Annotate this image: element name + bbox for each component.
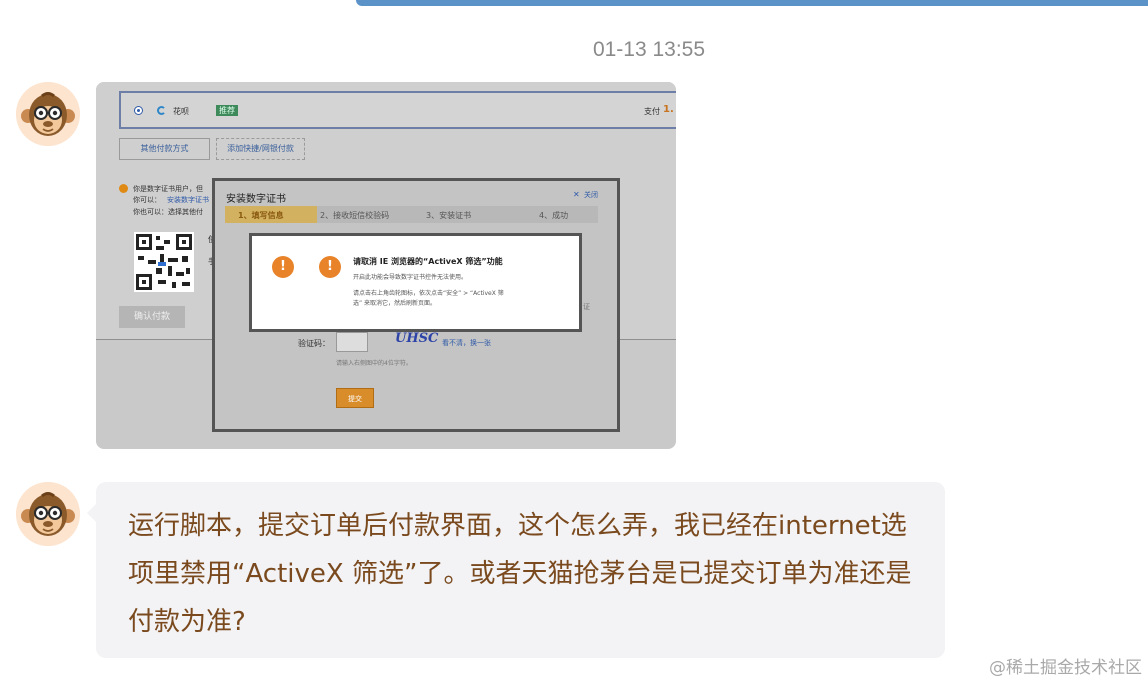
confirm-pay-button[interactable]: 确认付款 [119,306,185,328]
alert-line-2: 请点击右上角齿轮图标，依次点击“安全” > “ActiveX 筛 [353,290,504,297]
user-avatar[interactable] [16,82,80,146]
payment-method-label: 花呗 [173,107,189,116]
warning-icon [119,184,128,193]
step-1: 1、填写信息 [238,211,284,220]
payment-method-box[interactable] [119,91,676,129]
radio-button[interactable] [134,106,143,115]
monkey-avatar-icon [16,482,80,546]
dialog-close-icon[interactable]: ✕ [573,190,580,199]
monkey-avatar-icon [16,82,80,146]
previous-message-bubble [356,0,1148,6]
captcha-input[interactable] [336,332,368,352]
alert-title: 请取消 IE 浏览器的“ActiveX 筛选”功能 [353,257,503,266]
pay-amount: 1. [663,104,674,115]
also-can-label: 你也可以：选择其他付 [133,208,203,216]
huabei-logo-icon [157,106,166,115]
step-2: 2、接收短信校验码 [320,211,390,220]
step-4: 4、成功 [539,211,569,220]
watermark: @稀土掘金技术社区 [989,658,1142,678]
captcha-refresh-link[interactable]: 看不清，换一张 [442,338,491,348]
activex-alert-dialog [249,233,582,332]
add-quick-payment-button[interactable]: 添加快捷/网银付款 [216,138,305,160]
recommend-badge: 推荐 [216,105,238,116]
pay-label: 支付 [644,107,660,116]
install-cert-link[interactable]: 安装数字证书 [167,195,209,205]
submit-button[interactable]: 提交 [336,388,374,408]
dialog-side-text: 证 [583,303,590,311]
message-text: 运行脚本，提交订单后付款界面，这个怎么弄，我已经在internet选项里禁用“A… [128,511,912,637]
warning-icon: ! [319,256,341,278]
text-message-bubble[interactable]: 运行脚本，提交订单后付款界面，这个怎么弄，我已经在internet选项里禁用“A… [87,482,945,658]
screenshot-image-message[interactable]: 花呗 推荐 支付 1. 其他付款方式 添加快捷/网银付款 你是数字证书用户，但 … [96,82,676,449]
warning-icon: ! [272,256,294,278]
qr-code-icon [134,232,194,292]
user-avatar[interactable] [16,482,80,546]
dialog-close-label[interactable]: 关闭 [584,190,598,200]
alert-line-1: 开启此功能会导致数字证书控件无法使用。 [353,274,468,281]
you-can-label: 你可以： [133,196,161,204]
step-3: 3、安装证书 [426,211,472,220]
captcha-label: 验证码： [298,339,330,348]
other-payment-button[interactable]: 其他付款方式 [119,138,210,160]
message-timestamp: 01-13 13:55 [592,38,706,61]
cert-notice: 你是数字证书用户，但 [133,185,203,193]
alert-line-3: 选” 来取消它，然后刷新页面。 [353,300,437,307]
captcha-hint: 请输入右侧图中的4位字符。 [336,360,412,367]
captcha-image: UHSC [395,331,439,346]
dialog-title: 安装数字证书 [226,194,286,205]
